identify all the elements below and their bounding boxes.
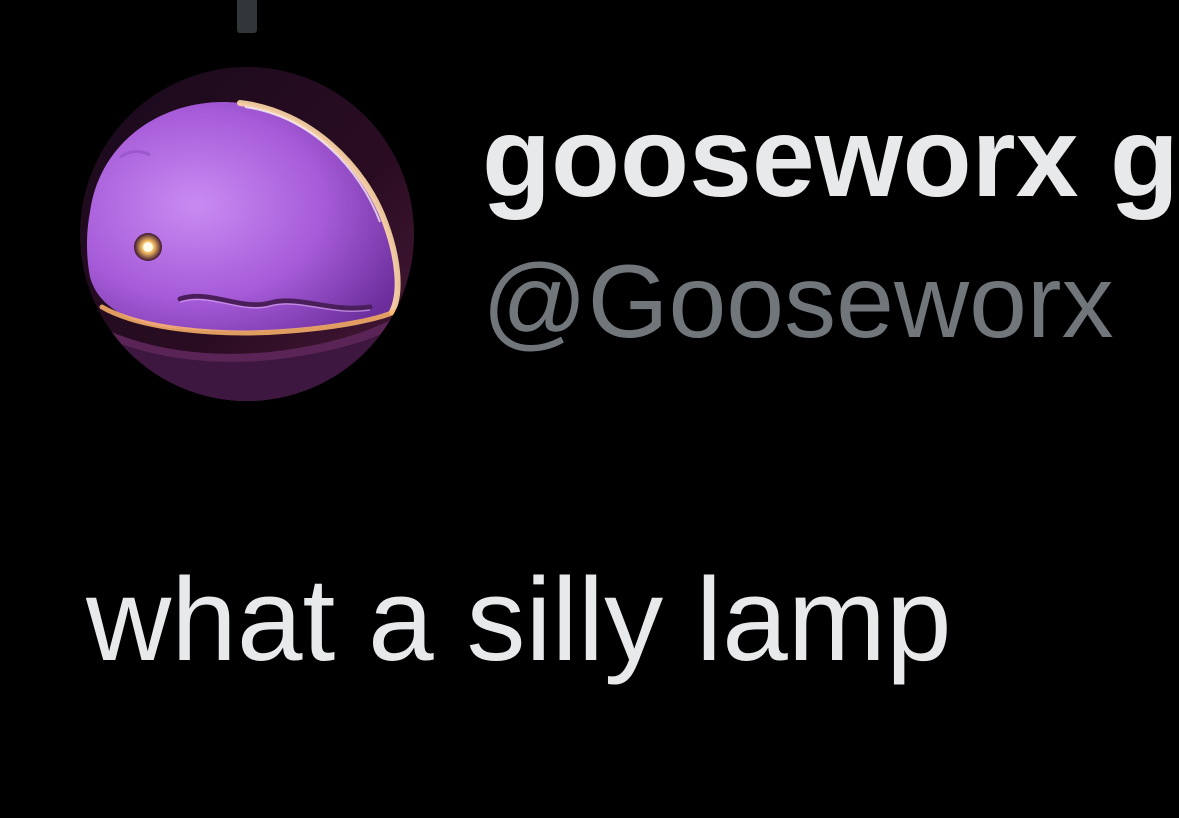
post-text: what a silly lamp <box>86 554 952 686</box>
purple-whale-lamp-avatar-icon <box>80 67 414 401</box>
thread-connector-line <box>237 0 257 33</box>
author-info: gooseworx g @Gooseworx <box>482 92 1179 362</box>
author-display-name[interactable]: gooseworx g <box>482 92 1179 222</box>
avatar[interactable] <box>80 67 414 401</box>
post-view: gooseworx g @Gooseworx what a silly lamp <box>0 0 1179 818</box>
author-handle[interactable]: @Gooseworx <box>482 242 1179 362</box>
